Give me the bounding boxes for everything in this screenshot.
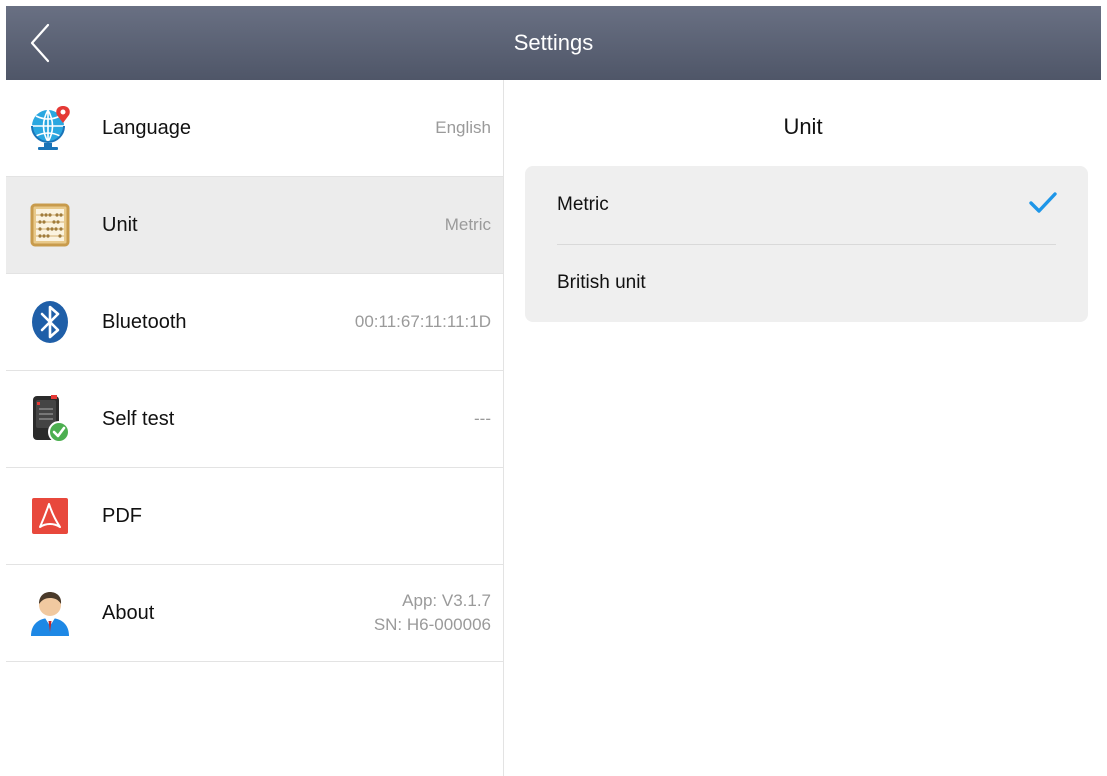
- sidebar-item-self-test[interactable]: Self test ---: [6, 371, 503, 468]
- unit-options: Metric British unit: [525, 166, 1088, 322]
- sidebar-item-bluetooth[interactable]: Bluetooth 00:11:67:11:11:1D: [6, 274, 503, 371]
- user-icon: [26, 589, 74, 637]
- app-version: App: V3.1.7: [402, 591, 491, 610]
- sidebar-item-value: App: V3.1.7 SN: H6-000006: [374, 589, 491, 637]
- back-button[interactable]: [20, 20, 60, 66]
- option-british-unit[interactable]: British unit: [525, 244, 1088, 322]
- option-label: Metric: [557, 194, 609, 215]
- checkmark-icon: [1029, 192, 1057, 213]
- sidebar-item-value: Metric: [444, 215, 491, 234]
- panel-title: Unit: [783, 114, 823, 139]
- sidebar-item-pdf[interactable]: PDF: [6, 468, 503, 565]
- sidebar-item-label: Unit: [102, 213, 138, 236]
- chevron-left-icon: [30, 23, 50, 63]
- detail-panel: Unit Metric British unit: [505, 80, 1101, 776]
- pdf-icon: [26, 492, 74, 540]
- sidebar-item-label: Self test: [102, 407, 175, 430]
- sidebar-item-label: About: [102, 601, 155, 624]
- top-bar: Settings: [6, 6, 1101, 80]
- sidebar-item-value: English: [435, 118, 491, 137]
- sidebar-item-label: Language: [102, 116, 191, 139]
- sidebar-item-value: ---: [474, 409, 491, 428]
- sidebar-item-language[interactable]: Language English: [6, 80, 503, 177]
- device-check-icon: [26, 395, 74, 443]
- option-label: British unit: [557, 272, 646, 293]
- sidebar-item-about[interactable]: About App: V3.1.7 SN: H6-000006: [6, 565, 503, 662]
- abacus-icon: [26, 201, 74, 249]
- globe-pin-icon: [26, 104, 74, 152]
- serial-number: SN: H6-000006: [373, 615, 491, 634]
- option-metric[interactable]: Metric: [525, 166, 1088, 244]
- sidebar-item-unit[interactable]: Unit Metric: [6, 177, 503, 274]
- bluetooth-icon: [26, 298, 74, 346]
- settings-sidebar: Language English Unit Metric Bluetooth 0…: [6, 80, 504, 776]
- sidebar-item-label: PDF: [102, 504, 142, 527]
- page-title: Settings: [513, 30, 594, 55]
- sidebar-item-label: Bluetooth: [102, 310, 187, 333]
- sidebar-item-value: 00:11:67:11:11:1D: [354, 312, 491, 331]
